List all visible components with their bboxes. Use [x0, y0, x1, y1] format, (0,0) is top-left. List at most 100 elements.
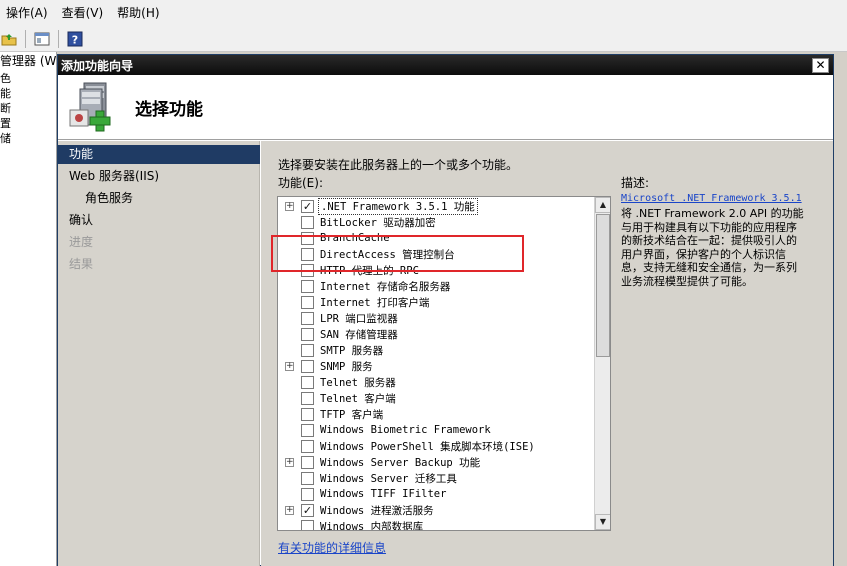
- feature-label: Windows 进程激活服务: [320, 504, 434, 517]
- feature-label: HTTP 代理上的 RPC: [320, 264, 419, 277]
- tree-title: 管理器 (W: [0, 54, 57, 68]
- feature-row[interactable]: Internet 打印客户端: [278, 294, 594, 310]
- feature-checkbox[interactable]: [301, 487, 314, 501]
- nav-step-confirm[interactable]: 确认: [58, 211, 260, 230]
- feature-checkbox[interactable]: [301, 231, 314, 245]
- feature-label: SNMP 服务: [320, 360, 373, 373]
- menu-help[interactable]: 帮助(H): [111, 0, 167, 26]
- feature-label: .NET Framework 3.5.1 功能: [318, 197, 478, 215]
- vertical-scrollbar[interactable]: ▲ ▼: [594, 197, 610, 530]
- feature-checkbox[interactable]: [301, 215, 314, 229]
- dialog-title: 添加功能向导: [61, 58, 134, 73]
- feature-row[interactable]: Windows Biometric Framework: [278, 422, 594, 438]
- description-link[interactable]: Microsoft .NET Framework 3.5.1: [621, 193, 821, 204]
- tree-item[interactable]: 能: [0, 86, 56, 101]
- feature-row[interactable]: LPR 端口监视器: [278, 310, 594, 326]
- feature-label: Windows Biometric Framework: [320, 424, 491, 436]
- feature-checkbox[interactable]: [301, 311, 314, 325]
- feature-label: SMTP 服务器: [320, 344, 384, 357]
- help-icon[interactable]: ?: [66, 30, 84, 48]
- feature-details-link[interactable]: 有关功能的详细信息: [278, 539, 386, 556]
- feature-label: Windows TIFF IFilter: [320, 488, 447, 500]
- feature-row[interactable]: + Windows Server Backup 功能: [278, 454, 594, 470]
- scroll-down-icon[interactable]: ▼: [595, 514, 610, 530]
- feature-checkbox[interactable]: [301, 343, 314, 357]
- nav-step-web-server[interactable]: Web 服务器(IIS): [58, 167, 260, 186]
- feature-checkbox[interactable]: [301, 455, 314, 469]
- feature-label: Internet 存储命名服务器: [320, 280, 451, 293]
- feature-checkbox[interactable]: ✓: [301, 199, 314, 213]
- feature-label: Windows PowerShell 集成脚本环境(ISE): [320, 440, 535, 453]
- feature-checkbox[interactable]: [301, 519, 314, 530]
- feature-row[interactable]: Telnet 服务器: [278, 374, 594, 390]
- server-add-icon: [66, 80, 118, 134]
- feature-row[interactable]: SAN 存储管理器: [278, 326, 594, 342]
- feature-checkbox[interactable]: [301, 423, 314, 437]
- tree-item[interactable]: 置: [0, 116, 56, 131]
- feature-label: Telnet 客户端: [320, 392, 396, 405]
- feature-checkbox[interactable]: [301, 439, 314, 453]
- expand-icon[interactable]: +: [285, 457, 294, 467]
- nav-step-progress: 进度: [69, 235, 94, 249]
- feature-checkbox[interactable]: [301, 471, 314, 485]
- tree-item[interactable]: 色: [0, 71, 56, 86]
- features-tree-list[interactable]: Windows 内部数据库 + ✓ Windows 进程激活服务 Windows TIF…: [277, 196, 611, 531]
- feature-row[interactable]: Windows Server 迁移工具: [278, 470, 594, 486]
- toolbar-separator: [58, 29, 59, 48]
- tree-item[interactable]: 储: [0, 131, 56, 146]
- feature-row[interactable]: Windows 内部数据库: [278, 518, 594, 531]
- folder-up-icon[interactable]: [0, 30, 18, 48]
- feature-checkbox[interactable]: [301, 279, 314, 293]
- close-button[interactable]: ✕: [812, 57, 829, 73]
- feature-row[interactable]: Windows TIFF IFilter: [278, 486, 594, 502]
- description-label: 描述:: [621, 176, 650, 190]
- expand-icon[interactable]: +: [285, 201, 294, 211]
- feature-checkbox[interactable]: [301, 263, 314, 277]
- feature-checkbox[interactable]: [301, 375, 314, 389]
- add-features-wizard-dialog: 添加功能向导 ✕ 选择功能 功能 Web 服务器(IIS) 角色服务 确认 进度: [57, 54, 834, 566]
- feature-label: BranchCache: [320, 232, 390, 244]
- nav-step-role-services[interactable]: 角色服务: [58, 189, 260, 208]
- feature-row[interactable]: + SNMP 服务: [278, 358, 594, 374]
- menu-action[interactable]: 操作(A): [0, 0, 56, 26]
- feature-label: DirectAccess 管理控制台: [320, 248, 455, 261]
- menu-view[interactable]: 查看(V): [56, 0, 112, 26]
- toolbar: ?: [0, 26, 847, 52]
- feature-checkbox[interactable]: [301, 327, 314, 341]
- expand-icon[interactable]: +: [285, 505, 294, 515]
- tree-item[interactable]: 断: [0, 101, 56, 116]
- feature-checkbox[interactable]: [301, 391, 314, 405]
- instruction-text: 选择要安装在此服务器上的一个或多个功能。: [278, 158, 519, 172]
- feature-label: Windows Server 迁移工具: [320, 472, 457, 485]
- svg-text:?: ?: [72, 33, 78, 46]
- feature-row[interactable]: DirectAccess 管理控制台: [278, 246, 594, 262]
- feature-row[interactable]: + ✓ .NET Framework 3.5.1 功能: [278, 197, 594, 215]
- feature-checkbox[interactable]: [301, 295, 314, 309]
- feature-label: Telnet 服务器: [320, 376, 396, 389]
- features-label: 功能(E):: [278, 176, 323, 190]
- feature-row[interactable]: BitLocker 驱动器加密: [278, 214, 594, 230]
- expand-icon[interactable]: +: [285, 361, 294, 371]
- feature-row[interactable]: HTTP 代理上的 RPC: [278, 262, 594, 278]
- scroll-thumb[interactable]: [596, 214, 610, 357]
- feature-row[interactable]: Internet 存储命名服务器: [278, 278, 594, 294]
- feature-checkbox[interactable]: [301, 407, 314, 421]
- toolbar-separator: [25, 29, 26, 48]
- scroll-up-icon[interactable]: ▲: [595, 197, 610, 213]
- feature-row[interactable]: SMTP 服务器: [278, 342, 594, 358]
- feature-label: SAN 存储管理器: [320, 328, 398, 341]
- feature-label: Windows 内部数据库: [320, 520, 424, 531]
- dialog-titlebar[interactable]: 添加功能向导 ✕: [58, 55, 833, 75]
- view-icon[interactable]: [33, 30, 51, 48]
- feature-row[interactable]: + ✓ Windows 进程激活服务: [278, 502, 594, 518]
- background-tree-pane: 管理器 (W 色 能 断 置 储: [0, 52, 57, 566]
- feature-checkbox[interactable]: ✓: [301, 503, 314, 517]
- feature-row[interactable]: Windows PowerShell 集成脚本环境(ISE): [278, 438, 594, 454]
- feature-row[interactable]: TFTP 客户端: [278, 406, 594, 422]
- feature-checkbox[interactable]: [301, 247, 314, 261]
- feature-row[interactable]: BranchCache: [278, 230, 594, 246]
- page-title: 选择功能: [135, 100, 203, 120]
- feature-checkbox[interactable]: [301, 359, 314, 373]
- nav-step-features[interactable]: 功能: [58, 145, 260, 164]
- feature-row[interactable]: Telnet 客户端: [278, 390, 594, 406]
